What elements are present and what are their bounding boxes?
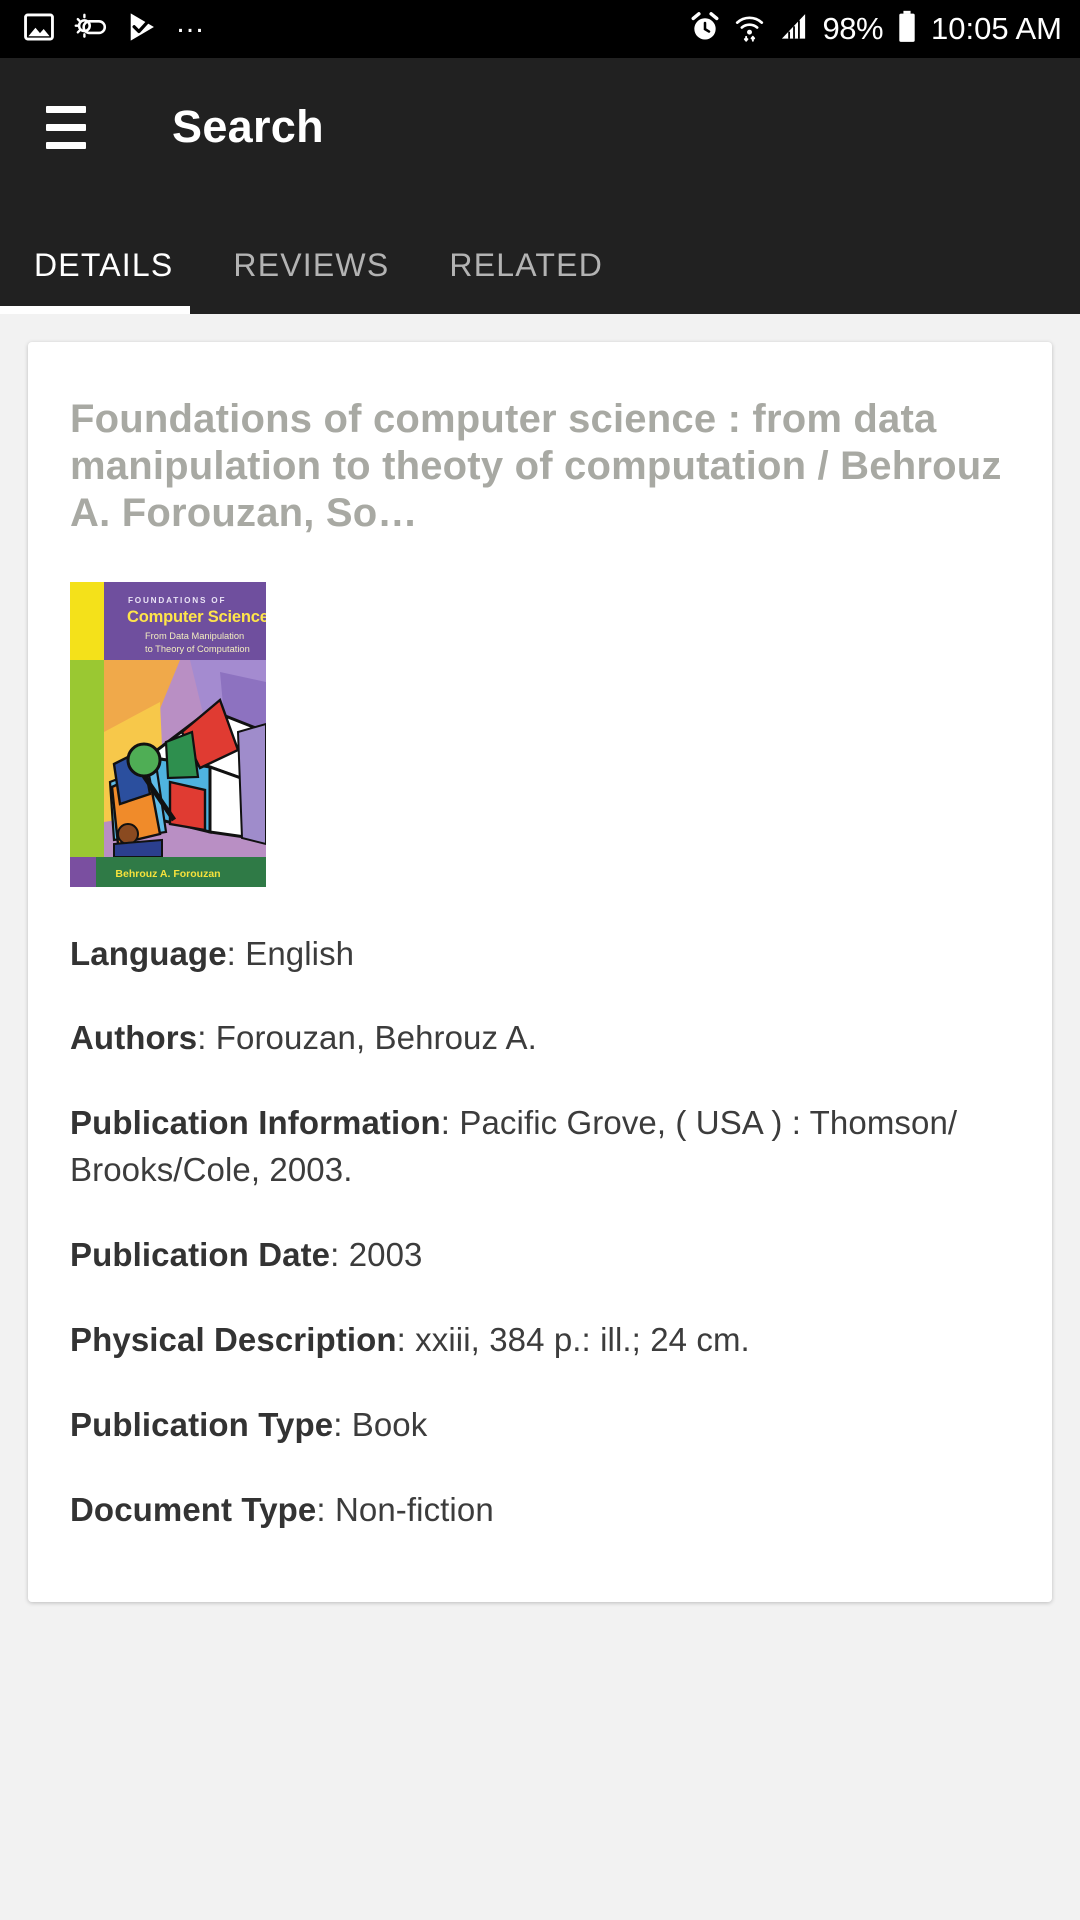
- meta-colon: :: [440, 1104, 460, 1142]
- meta-label: Publication Type: [70, 1405, 334, 1443]
- meta-label: Document Type: [70, 1490, 317, 1528]
- meta-row: Document Type: Non-fiction: [70, 1487, 1010, 1534]
- meta-row: Authors: Forouzan, Behrouz A.: [70, 1015, 1010, 1062]
- cover-author-band: Behrouz A. Forouzan: [115, 868, 220, 880]
- meta-label: Physical Description: [70, 1320, 397, 1358]
- cover-heading-main: Computer Science: [127, 608, 266, 626]
- meta-colon: :: [197, 1019, 216, 1057]
- active-tab-indicator: [0, 306, 190, 314]
- battery-percent-label: 98%: [822, 11, 884, 46]
- meta-value: English: [245, 934, 355, 972]
- meta-colon: :: [330, 1236, 349, 1273]
- book-cover-container: FOUNDATIONS OF Computer Science From Dat…: [70, 581, 1010, 887]
- meta-label: Publication Date: [70, 1236, 331, 1273]
- weather-partly-cloudy-icon: [73, 10, 111, 49]
- meta-value: Forouzan, Behrouz A.: [215, 1019, 537, 1057]
- meta-value: 2003: [348, 1236, 423, 1273]
- battery-full-icon: [896, 10, 918, 48]
- status-overflow-dots: …: [175, 6, 208, 39]
- meta-row: Publication Information: Pacific Grove, …: [70, 1100, 1010, 1194]
- meta-row: Physical Description: xxiii, 384 p.: ill…: [70, 1317, 1010, 1364]
- meta-colon: :: [316, 1490, 335, 1528]
- meta-row: Language: English: [70, 931, 1010, 978]
- tab-reviews[interactable]: REVIEWS: [213, 247, 429, 314]
- meta-value: xxiii, 384 p.: ill.; 24 cm.: [415, 1320, 750, 1358]
- meta-label: Publication Information: [70, 1104, 441, 1142]
- meta-colon: :: [333, 1405, 352, 1443]
- meta-value: Non-fiction: [334, 1490, 494, 1528]
- signal-icon: [778, 11, 809, 48]
- status-bar: … 98% 10:05 AM: [0, 0, 1080, 58]
- content-scroll-area[interactable]: Foundations of computer science : from d…: [0, 314, 1080, 1920]
- meta-label: Language: [70, 934, 227, 972]
- wifi-icon: [734, 11, 765, 48]
- image-icon: [22, 10, 56, 49]
- tab-details[interactable]: DETAILS: [0, 247, 213, 314]
- play-check-icon: [128, 10, 158, 49]
- meta-value: Book: [351, 1405, 428, 1443]
- meta-colon: :: [396, 1320, 416, 1358]
- page-title: Search: [172, 101, 324, 152]
- app-bar: Search: [0, 58, 1080, 196]
- cover-subtitle-line2: to Theory of Computation: [145, 644, 250, 654]
- hamburger-menu-icon[interactable]: [46, 105, 86, 149]
- tab-bar: DETAILS REVIEWS RELATED: [0, 196, 1080, 314]
- clock-label: 10:05 AM: [931, 11, 1062, 46]
- book-title: Foundations of computer science : from d…: [70, 397, 1002, 536]
- meta-colon: :: [226, 934, 246, 972]
- tab-related[interactable]: RELATED: [429, 247, 643, 314]
- book-detail-card: Foundations of computer science : from d…: [28, 342, 1052, 1602]
- cover-subtitle-line1: From Data Manipulation: [145, 631, 244, 641]
- meta-label: Authors: [70, 1019, 198, 1057]
- meta-row: Publication Type: Book: [70, 1402, 1010, 1449]
- status-bar-left-icons: …: [22, 6, 208, 49]
- cover-heading-small: FOUNDATIONS OF: [128, 596, 226, 605]
- book-cover-image[interactable]: FOUNDATIONS OF Computer Science From Dat…: [70, 581, 266, 887]
- status-bar-right-icons: 98% 10:05 AM: [689, 10, 1062, 48]
- meta-row: Publication Date: 2003: [70, 1232, 1010, 1279]
- alarm-icon: [689, 11, 721, 48]
